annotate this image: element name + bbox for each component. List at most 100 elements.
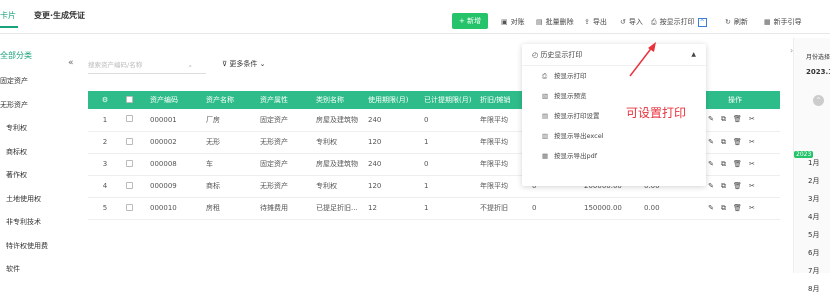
tag-icon[interactable]: ✂ [749, 115, 755, 123]
cell-method: 年限平均 [476, 109, 528, 132]
more-filters-dropdown[interactable]: ⊽ 更多条件 ⌄ [222, 59, 265, 69]
sidebar-item-software[interactable]: 软件 [0, 258, 80, 282]
row-checkbox[interactable] [126, 115, 133, 123]
sidebar-item-fixed-assets[interactable]: 固定资产 [0, 70, 80, 94]
chevron-up-icon[interactable]: ^ [697, 18, 707, 27]
tag-icon[interactable]: ✂ [749, 204, 755, 212]
search-placeholder: 搜索资产编码/名称 [88, 61, 143, 69]
search-icon[interactable]: ⌕ [188, 59, 192, 73]
search-input[interactable]: 搜索资产编码/名称 ⌕ [88, 58, 206, 74]
edit-icon[interactable]: ✎ [708, 115, 714, 123]
column-header-accrued[interactable]: 已计提期限(月) [420, 91, 476, 109]
cell-method: 不提折旧 [476, 197, 528, 220]
column-header-name[interactable]: 资产名称 [202, 91, 256, 109]
month-item[interactable]: 2月 [808, 176, 819, 186]
sidebar-item-non-patent[interactable]: 非专利技术 [0, 211, 80, 235]
cell-period: 120 [364, 175, 420, 198]
sidebar-item-franchise[interactable]: 特许权使用费 [0, 235, 80, 259]
month-item[interactable]: 1月 [808, 158, 819, 168]
month-panel-title: 月份选择 [806, 54, 830, 61]
delete-icon[interactable]: 🗑 [733, 204, 742, 212]
chevron-right-icon[interactable]: › [790, 46, 793, 55]
edit-icon[interactable]: ✎ [708, 160, 714, 168]
export-button[interactable]: ⇪ 导出 [584, 17, 607, 27]
month-item[interactable]: 6月 [808, 248, 819, 258]
month-item[interactable]: 4月 [808, 212, 819, 222]
printer-icon: ⎙ [542, 72, 548, 80]
column-header-category[interactable]: 类别名称 [312, 91, 364, 109]
edit-icon[interactable]: ✎ [708, 182, 714, 190]
select-all-header[interactable] [122, 91, 146, 109]
cell-method: 年限平均 [476, 153, 528, 176]
cell-period: 240 [364, 153, 420, 176]
new-button[interactable]: + 新增 [452, 13, 488, 29]
print-display-button[interactable]: ⎙ 按显示打印 ^ [651, 17, 707, 27]
select-all-checkbox[interactable] [126, 95, 133, 103]
tab-change-voucher[interactable]: 变更·生成凭证 [34, 10, 85, 21]
gear-icon[interactable]: ⚙ [102, 96, 108, 104]
cell-period: 240 [364, 109, 420, 132]
row-checkbox[interactable] [126, 137, 133, 145]
cell-code: 000009 [146, 175, 202, 198]
guide-button[interactable]: ▦ 新手引导 [764, 17, 802, 27]
delete-icon[interactable]: 🗑 [733, 182, 742, 190]
copy-icon[interactable]: ⧉ [721, 204, 726, 212]
tag-icon[interactable]: ✂ [749, 160, 755, 168]
row-checkbox[interactable] [126, 203, 133, 211]
tag-icon[interactable]: ✂ [749, 182, 755, 190]
month-item[interactable]: 5月 [808, 230, 819, 240]
month-item[interactable]: 8月 [808, 284, 819, 294]
cell-accrued: 1 [420, 197, 476, 220]
cell-category: 专利权 [312, 175, 364, 198]
dropdown-item-export-pdf[interactable]: ▦ 按显示导出pdf [522, 146, 706, 166]
sidebar-item-land-use[interactable]: 土地使用权 [0, 188, 80, 212]
sidebar-item-intangible-assets[interactable]: 无形资产 [0, 94, 80, 118]
tag-icon[interactable]: ✂ [749, 138, 755, 146]
cell-attr: 无形资产 [256, 175, 312, 198]
copy-icon[interactable]: ⧉ [721, 160, 726, 168]
scroll-up-icon[interactable]: ^ [813, 95, 824, 106]
cell-accrued: 0 [420, 109, 476, 132]
dropdown-item-preview[interactable]: ▧ 按显示预览 [522, 86, 706, 106]
dropdown-item-export-excel[interactable]: ▥ 按显示导出excel [522, 126, 706, 146]
copy-icon[interactable]: ⧉ [721, 138, 726, 146]
row-checkbox[interactable] [126, 159, 133, 167]
edit-icon[interactable]: ✎ [708, 138, 714, 146]
import-button[interactable]: ↺ 导入 [620, 17, 643, 27]
sidebar-item-trademark[interactable]: 商标权 [0, 141, 80, 165]
copy-icon[interactable]: ⧉ [721, 115, 726, 123]
cell-name: 无形 [202, 131, 256, 154]
reconcile-icon: ▣ [501, 18, 508, 26]
sidebar-item-patent[interactable]: 专利权 [0, 117, 80, 141]
cell-attr: 固定资产 [256, 109, 312, 132]
tab-card[interactable]: 卡片 [0, 10, 18, 28]
settings-column-header[interactable]: ⚙ [88, 91, 122, 109]
edit-icon[interactable]: ✎ [708, 204, 714, 212]
copy-icon[interactable]: ⧉ [721, 182, 726, 190]
collapse-sidebar-icon[interactable]: « [68, 58, 74, 68]
cell-accrued: 1 [420, 131, 476, 154]
month-item[interactable]: 3月 [808, 194, 819, 204]
column-header-attr[interactable]: 资产属性 [256, 91, 312, 109]
cell-no: 1 [88, 109, 122, 132]
cell-code: 000002 [146, 131, 202, 154]
delete-icon[interactable]: 🗑 [733, 160, 742, 168]
cell-name: 房租 [202, 197, 256, 220]
table-row[interactable]: 5 000010 房租 待摊费用 已提足折旧... 12 1 不提折旧 0 150000.00 0.… [88, 197, 780, 220]
month-panel-year[interactable]: 2023.1 [806, 68, 830, 76]
row-checkbox[interactable] [126, 181, 133, 189]
batch-delete-button[interactable]: ▤ 批量删除 [536, 17, 574, 27]
refresh-button[interactable]: ↻ 刷新 [725, 17, 748, 27]
reconcile-button[interactable]: ▣ 对账 [501, 17, 525, 27]
sidebar-item-copyright[interactable]: 著作权 [0, 164, 80, 188]
column-header-code[interactable]: 资产编码 [146, 91, 202, 109]
column-header-period[interactable]: 使用期限(月) [364, 91, 420, 109]
caret-up-icon[interactable]: ▲ [691, 44, 696, 66]
delete-icon[interactable]: 🗑 [733, 138, 742, 146]
cell-c3: 0.00 [640, 197, 690, 220]
cell-accrued: 0 [420, 153, 476, 176]
column-header-method[interactable]: 折旧/摊销 [476, 91, 528, 109]
month-item[interactable]: 7月 [808, 266, 819, 276]
cell-value: 150000.00 [580, 197, 640, 220]
delete-icon[interactable]: 🗑 [733, 115, 742, 123]
